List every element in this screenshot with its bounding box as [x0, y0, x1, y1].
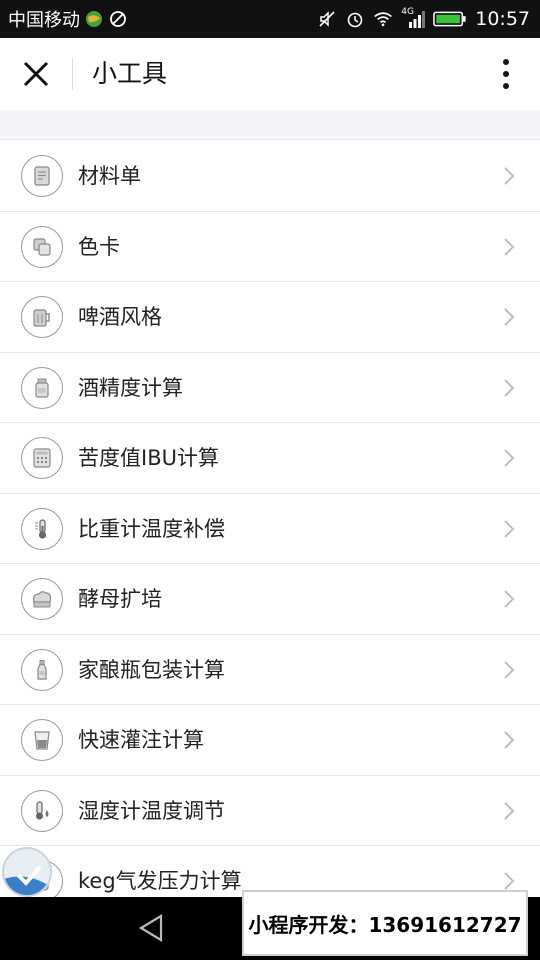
- list-item-label: 色卡: [78, 234, 120, 259]
- chevron-right-icon: [504, 519, 515, 538]
- beer-mug-icon: [21, 296, 63, 338]
- list-item[interactable]: 色卡: [0, 211, 540, 282]
- back-triangle-icon[interactable]: [135, 912, 167, 944]
- status-bar-left: 中国移动: [8, 0, 128, 38]
- list-item[interactable]: 材料单: [0, 141, 540, 212]
- carrier-label: 中国移动: [8, 10, 80, 31]
- chevron-right-icon: [504, 378, 515, 397]
- bottle-icon: [21, 366, 63, 409]
- signal-indicator: 4G: [401, 7, 426, 29]
- list-item-label: 啤酒风格: [78, 305, 162, 329]
- promo-banner: 小程序开发：13691612727: [242, 890, 528, 956]
- tool-list: 材料单 色卡 啤酒风格 酒精度计算 苦度值IBU计算 比重计温度补偿 酵母扩培 …: [0, 141, 540, 917]
- page-title: 小工具: [92, 59, 168, 88]
- list-item[interactable]: 家酿瓶包装计算: [0, 634, 540, 705]
- header-divider: [72, 58, 73, 90]
- close-icon: [23, 61, 49, 87]
- list-item-label: 家酿瓶包装计算: [78, 657, 225, 682]
- close-button[interactable]: [16, 56, 56, 92]
- color-swatch-icon: [21, 225, 63, 268]
- chevron-right-icon: [504, 872, 515, 890]
- yeast-icon: [21, 578, 63, 620]
- list-item[interactable]: 苦度值IBU计算: [0, 423, 540, 494]
- glass-icon: [21, 719, 63, 761]
- nav-header: 小工具: [0, 38, 540, 110]
- more-options-button[interactable]: [492, 54, 520, 94]
- chevron-right-icon: [504, 237, 515, 256]
- list-item[interactable]: 酒精度计算: [0, 352, 540, 423]
- more-vertical-icon: [503, 59, 509, 89]
- document-icon: [21, 155, 63, 197]
- battery-icon: [433, 11, 466, 27]
- list-item-label: 酒精度计算: [78, 375, 183, 400]
- list-item[interactable]: 啤酒风格: [0, 282, 540, 353]
- chevron-right-icon: [504, 660, 515, 679]
- list-item[interactable]: 酵母扩培: [0, 564, 540, 635]
- globe-icon: [86, 11, 102, 27]
- floating-app-button[interactable]: [2, 847, 52, 897]
- status-bar-right: 4G 10:57: [317, 0, 530, 38]
- thermometer-icon: [21, 507, 63, 550]
- chevron-right-icon: [504, 308, 515, 326]
- chevron-right-icon: [504, 801, 515, 820]
- list-item[interactable]: 湿度计温度调节: [0, 775, 540, 846]
- chevron-right-icon: [504, 590, 515, 608]
- list-item[interactable]: 比重计温度补偿: [0, 493, 540, 564]
- humidity-thermometer-icon: [21, 789, 63, 832]
- status-time: 10:57: [475, 8, 530, 30]
- alarm-icon: [347, 12, 363, 28]
- chevron-right-icon: [504, 449, 515, 467]
- chevron-right-icon: [504, 731, 515, 749]
- list-item-label: 湿度计温度调节: [78, 798, 225, 823]
- list-item-label: 苦度值IBU计算: [78, 446, 219, 470]
- chevron-right-icon: [504, 167, 515, 185]
- list-item-label: 材料单: [78, 164, 141, 188]
- signal-icon: [409, 11, 426, 28]
- wifi-icon: [374, 12, 393, 27]
- status-bar: 中国移动 4G 10:57: [0, 0, 540, 38]
- list-item-label: 快速灌注计算: [78, 728, 204, 752]
- small-bottle-icon: [21, 648, 63, 691]
- list-item[interactable]: 快速灌注计算: [0, 705, 540, 776]
- blocked-icon: [110, 11, 126, 27]
- list-item-label: 酵母扩培: [78, 587, 162, 611]
- list-item-label: 比重计温度补偿: [78, 516, 225, 541]
- mute-icon: [319, 11, 335, 27]
- section-spacer: [0, 110, 540, 140]
- calculator-icon: [21, 437, 63, 479]
